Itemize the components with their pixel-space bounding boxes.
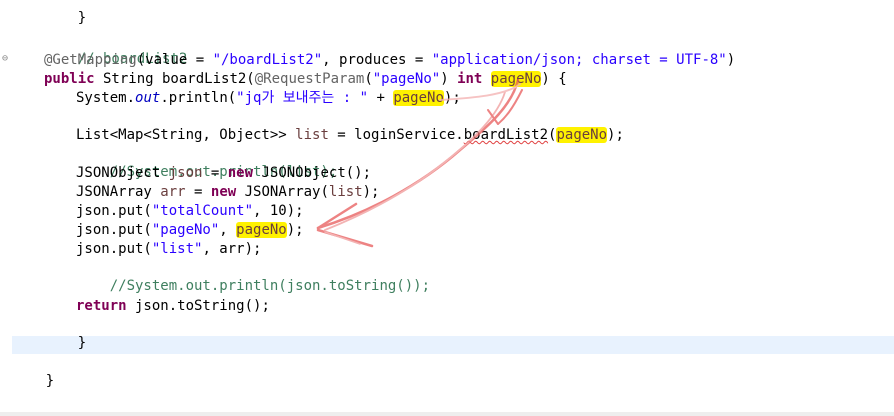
token-keyword: int: [457, 71, 483, 87]
token-comment: //System.out.println(json.toString());: [109, 278, 431, 294]
token-text: .println(: [160, 90, 237, 106]
token-string: "list": [151, 241, 203, 257]
token-brace: }: [77, 335, 87, 351]
code-line-sysout: System.out.println("jq가 보내주는 : " + pageN…: [76, 89, 461, 107]
token-text: = loginService.: [328, 127, 464, 143]
code-line-brace-top: }: [44, 0, 86, 26]
token-text: System.: [76, 90, 136, 106]
code-line-list-decl: List<Map<String, Object>> list = loginSe…: [76, 126, 624, 144]
token-text: json.toString();: [126, 298, 270, 314]
token-text: JSONObject: [76, 165, 169, 181]
token-text: );: [607, 127, 624, 143]
token-text: JSONArray(: [236, 184, 329, 200]
arrowhead-lower: [316, 228, 374, 248]
token-text: );: [362, 184, 380, 200]
token-text: (: [364, 71, 373, 87]
token-text: json.put(: [76, 241, 152, 257]
token-text: (value =: [136, 52, 213, 68]
token-text: List<Map<String, Object>>: [76, 127, 296, 143]
token-text: =: [202, 165, 228, 181]
token-field: out: [135, 90, 161, 106]
token-text: );: [443, 90, 461, 106]
token-text: =: [185, 184, 211, 200]
highlight-pageno-sysout: pageNo: [393, 90, 444, 106]
code-line-put-pageno: json.put("pageNo", pageNo);: [76, 221, 304, 239]
token-string: "/boardList2": [212, 52, 323, 68]
token-variable: list: [328, 184, 363, 200]
code-line-comment-json: //System.out.println(json.toString());: [76, 259, 430, 294]
code-line-comment: // boardList2: [44, 32, 188, 67]
token-variable: list: [295, 127, 329, 143]
token-keyword: new: [227, 165, 254, 181]
code-line-method-close: }: [44, 316, 86, 351]
code-line-put-totalcount: json.put("totalCount", 10);: [76, 202, 304, 220]
editor-gutter: ⊖: [0, 0, 12, 416]
code-line-comment-list: //System.out.println(list);: [76, 145, 338, 180]
editor-bottom-edge: [0, 412, 894, 416]
token-text: JSONObject();: [253, 165, 372, 181]
code-editor[interactable]: ⊖ } // boardList2 @GetMapping(value = "/…: [0, 0, 894, 416]
token-text: JSONArray: [76, 184, 161, 200]
token-keyword: public: [44, 71, 95, 87]
code-line-class-close: }: [12, 354, 54, 389]
token-string: "pageNo": [372, 71, 441, 87]
token-text: , arr);: [202, 241, 262, 257]
code-line-put-list: json.put("list", arr);: [76, 240, 261, 258]
token-annotation: @RequestParam: [254, 71, 365, 87]
token-text: , 10);: [253, 203, 304, 219]
token-keyword: new: [210, 184, 237, 200]
token-text: ) {: [541, 71, 567, 87]
highlight-pageno-param: pageNo: [490, 71, 542, 87]
token-variable: json: [168, 165, 203, 181]
token-text: json.put(: [76, 203, 152, 219]
token-text: String boardList2(: [94, 71, 255, 87]
token-string: "totalCount": [151, 203, 254, 219]
arrowhead-lower-inner: [324, 231, 361, 245]
code-line-jsonarray: JSONArray arr = new JSONArray(list);: [76, 183, 379, 201]
token-string: "pageNo": [151, 222, 220, 238]
fold-collapse-icon[interactable]: ⊖: [0, 54, 10, 64]
token-text: ): [726, 52, 736, 68]
highlight-pageno-put: pageNo: [236, 222, 287, 238]
code-line-jsonobject: JSONObject json = new JSONObject();: [76, 164, 371, 182]
token-brace: }: [77, 10, 87, 26]
token-keyword: return: [76, 298, 127, 314]
token-text: +: [368, 90, 394, 106]
arrowhead-upper: [316, 202, 358, 230]
token-text: );: [286, 222, 304, 238]
code-line-getmapping: @GetMapping(value = "/boardList2", produ…: [44, 51, 735, 69]
arrow-short-stroke-2: [497, 89, 523, 125]
token-text: , produces =: [322, 52, 432, 68]
token-text: ): [440, 71, 449, 87]
token-method-warning: boardList2: [463, 127, 549, 143]
token-string: "jq가 보내주는 : ": [236, 90, 369, 106]
token-text: json.put(: [76, 222, 152, 238]
token-variable: arr: [160, 184, 186, 200]
token-string: "application/json; charset = UTF-8": [431, 52, 727, 68]
code-line-signature: public String boardList2(@RequestParam("…: [44, 70, 567, 88]
current-line-highlight: [12, 336, 894, 354]
token-text: ,: [219, 222, 237, 238]
code-line-return: return json.toString();: [76, 297, 270, 315]
arrow-short-head: [487, 109, 499, 125]
token-brace: }: [45, 373, 55, 389]
token-annotation: @GetMapping: [44, 52, 137, 68]
highlight-pageno-service: pageNo: [556, 127, 608, 143]
arrow-stroke-inner: [324, 91, 506, 231]
